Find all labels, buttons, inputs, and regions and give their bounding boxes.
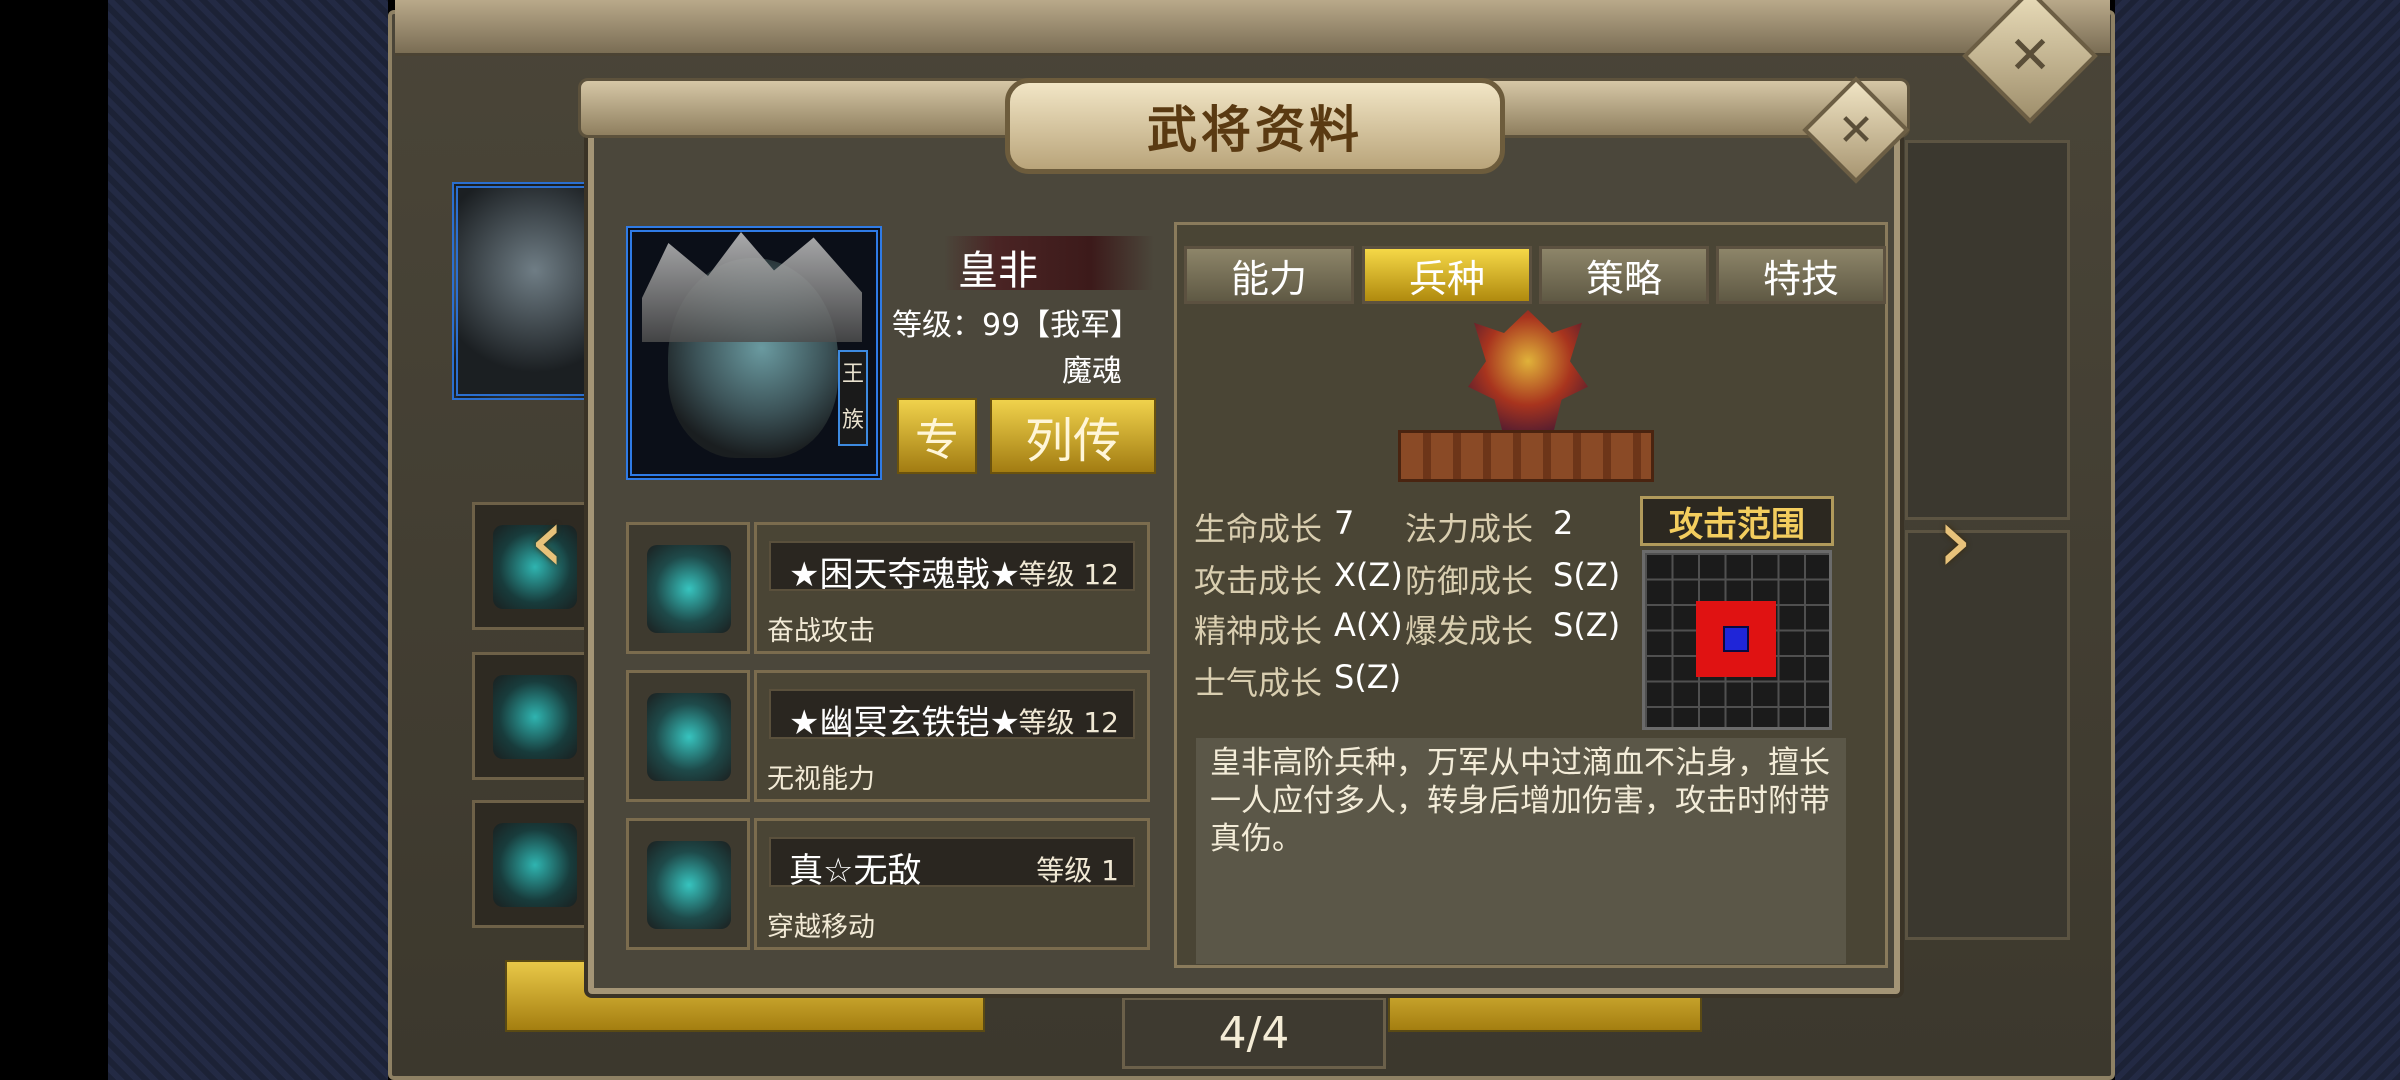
letterbox-left (0, 0, 108, 1080)
skill-name: ★困天夺魂戟★ (789, 555, 1020, 595)
skill-desc: 穿越移动 (767, 912, 875, 943)
stat-def-label: 防御成长 (1405, 562, 1534, 600)
stat-mp-value: 2 (1553, 504, 1574, 542)
skill-level: 等级 12 (1018, 706, 1119, 739)
skill-body: ★幽冥玄铁铠★ 等级 12 无视能力 (754, 670, 1150, 802)
back-portrait (452, 182, 592, 400)
dialog-title-plate: 武将资料 (1005, 78, 1505, 174)
troop-description-box: 皇非高阶兵种，万军从中过滴血不沾身，擅长一人应付多人，转身后增加伤害，攻击时附带… (1196, 738, 1846, 964)
stat-atk-label: 攻击成长 (1194, 562, 1323, 600)
troop-pedestal (1398, 430, 1654, 482)
stat-hp-value: 7 (1334, 504, 1355, 542)
skill-desc: 无视能力 (767, 764, 875, 795)
exclusive-button[interactable]: 专 (897, 398, 977, 474)
halberd-icon (647, 545, 731, 633)
skill-body: 真☆无敌 等级 1 穿越移动 (754, 818, 1150, 950)
stat-burst-label: 爆发成长 (1405, 612, 1534, 650)
skill-name: ★幽冥玄铁铠★ (789, 703, 1020, 743)
skill-name: 真☆无敌 (789, 851, 922, 891)
stat-hp-label: 生命成长 (1194, 510, 1323, 548)
stat-spirit-value: A(X) (1334, 606, 1403, 644)
tab-troop[interactable]: 兵种 (1362, 246, 1532, 304)
back-equipment-slot (472, 652, 592, 780)
skill-desc: 奋战攻击 (767, 616, 875, 647)
next-arrow-icon[interactable]: › (1920, 488, 1990, 593)
scroll-icon (493, 823, 577, 907)
close-icon: ✕ (1837, 104, 1875, 156)
skill-icon-box (626, 670, 750, 802)
stat-burst-value: S(Z) (1553, 606, 1621, 644)
clan-badge: 王族 (838, 350, 868, 446)
skill-row[interactable]: ★幽冥玄铁铠★ 等级 12 无视能力 (626, 670, 1150, 802)
general-portrait[interactable]: 王族 (626, 226, 882, 480)
back-right-panel (1905, 140, 2070, 520)
stat-morale-label: 士气成长 (1194, 664, 1323, 702)
skill-row[interactable]: ★困天夺魂戟★ 等级 12 奋战攻击 (626, 522, 1150, 654)
troop-description: 皇非高阶兵种，万军从中过滴血不沾身，擅长一人应付多人，转身后增加伤害，攻击时附带… (1210, 745, 1830, 857)
biography-button[interactable]: 列传 (990, 398, 1156, 474)
general-name: 皇非 (958, 248, 1038, 294)
skill-level: 等级 12 (1018, 558, 1119, 591)
tab-skill[interactable]: 特技 (1716, 246, 1886, 304)
troop-sprite (1398, 310, 1654, 482)
skill-icon-box (626, 522, 750, 654)
back-window-top-frame (395, 0, 2110, 56)
skill-icon-box (626, 818, 750, 950)
skill-name-bar: ★困天夺魂戟★ 等级 12 (769, 541, 1135, 595)
skill-name-bar: ★幽冥玄铁铠★ 等级 12 (769, 689, 1135, 743)
close-icon: ✕ (2008, 26, 2052, 86)
stat-atk-value: X(Z) (1334, 556, 1403, 594)
portrait-helmet (642, 232, 862, 342)
page-indicator: 4/4 (1122, 997, 1386, 1069)
back-right-panel-lower (1905, 530, 2070, 940)
background-pattern-left (108, 0, 388, 1080)
tab-strategy[interactable]: 策略 (1539, 246, 1709, 304)
dialog-title: 武将资料 (1147, 101, 1363, 159)
armor-icon (647, 693, 731, 781)
stat-morale-value: S(Z) (1334, 658, 1402, 696)
skill-body: ★困天夺魂戟★ 等级 12 奋战攻击 (754, 522, 1150, 654)
attack-range-center (1723, 626, 1749, 652)
skill-name-bar: 真☆无敌 等级 1 (769, 837, 1135, 891)
back-equipment-slot (472, 800, 592, 928)
skill-level: 等级 1 (1036, 854, 1119, 887)
tab-ability[interactable]: 能力 (1184, 246, 1354, 304)
general-soul: 魔魂 (1062, 354, 1122, 389)
armor-icon (493, 675, 577, 759)
prev-arrow-icon[interactable]: ‹ (512, 488, 582, 593)
stat-def-value: S(Z) (1553, 556, 1621, 594)
skill-row[interactable]: 真☆无敌 等级 1 穿越移动 (626, 818, 1150, 950)
stat-spirit-label: 精神成长 (1194, 612, 1323, 650)
stat-mp-label: 法力成长 (1405, 510, 1534, 548)
general-level: 等级：99【我军】 (892, 308, 1141, 343)
attack-range-title: 攻击范围 (1640, 496, 1834, 546)
troop-figure (1468, 310, 1588, 438)
scroll-icon (647, 841, 731, 929)
background-pattern-right (2115, 0, 2400, 1080)
